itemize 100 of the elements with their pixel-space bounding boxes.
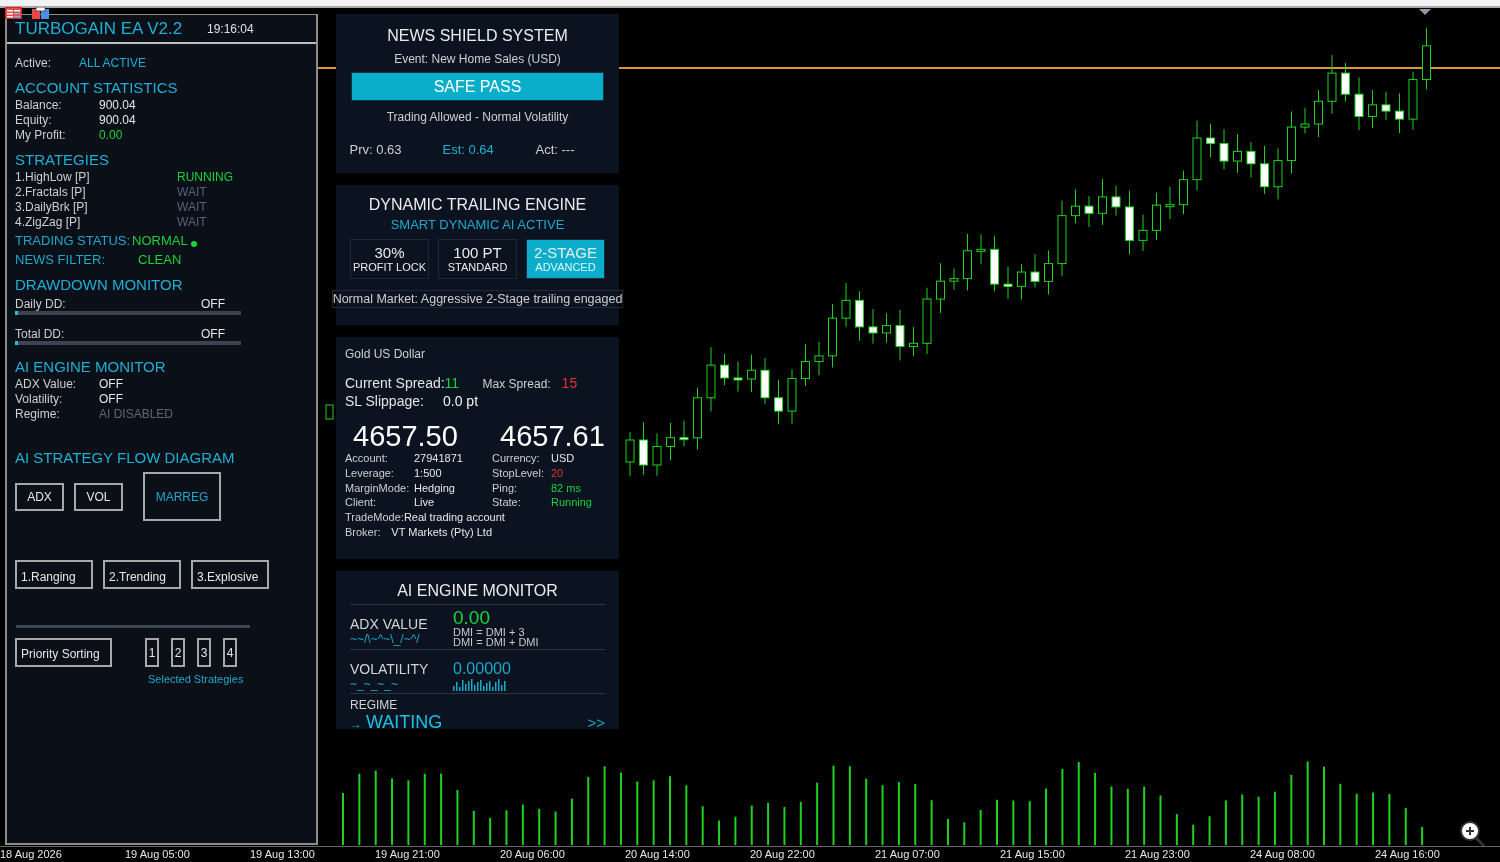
section-heading: AI ENGINE MONITOR [15, 357, 167, 377]
priority-sorting-node: Priority Sorting [15, 638, 112, 667]
metric-label: VOLATILITY [350, 660, 430, 678]
volume-bar [685, 784, 688, 846]
trailing-message: Normal Market: Aggressive 2-Stage trailing engaged [331, 290, 624, 308]
section-heading: AI STRATEGY FLOW DIAGRAM [15, 448, 236, 468]
meter-label: Daily DD: [15, 297, 67, 311]
candle [325, 404, 334, 420]
meter-label: Total DD: [15, 327, 66, 341]
field-value: 20 [551, 465, 564, 481]
volume-bar [1273, 790, 1276, 846]
candle [1260, 145, 1269, 195]
candle [774, 379, 783, 425]
time-axis-label: 24 Aug 08:00 [1250, 847, 1316, 862]
candle [679, 420, 689, 447]
volume-bar [1355, 792, 1358, 846]
volume-bar [979, 809, 982, 846]
volume-bar [652, 779, 655, 846]
candle [1341, 62, 1350, 103]
time-axis-label: 19 Aug 05:00 [125, 847, 191, 862]
volume-bar [456, 789, 459, 846]
candle [1422, 27, 1431, 90]
volume-bar [897, 781, 900, 846]
field-label: MarginMode: [345, 480, 411, 496]
candle [760, 357, 770, 405]
volume-bar [881, 784, 884, 846]
news-figure: Act: --- [535, 142, 576, 157]
volume-bar [963, 821, 966, 846]
candle [949, 268, 959, 291]
field-value: VT Markets (Pty) Ltd [391, 525, 492, 540]
volume-bar [1110, 785, 1113, 846]
meter-reading: OFF [201, 327, 225, 341]
more-glyph[interactable]: >> [587, 714, 605, 731]
candle [963, 233, 972, 291]
status-dot-icon [190, 240, 197, 247]
strategy-status: WAIT [177, 185, 207, 200]
news-figure: Prv: 0.63 [349, 142, 403, 157]
field-label: Leverage: [345, 465, 395, 481]
time-axis-label: 20 Aug 22:00 [750, 847, 816, 862]
zoom-icon[interactable] [1460, 821, 1486, 848]
trailing-mode-button[interactable]: 30% PROFIT LOCK [350, 239, 429, 279]
symbol-name: Gold US Dollar [345, 347, 427, 361]
candle [1111, 185, 1121, 217]
ask-price: 4657.61 [500, 419, 606, 453]
volume-bar [505, 809, 508, 846]
volume-bar [767, 801, 770, 846]
clock-time: 19:16:04 [207, 21, 254, 36]
regime-value: WAITING [366, 712, 444, 732]
field-value: 0.0 pt [443, 393, 479, 409]
list-icon[interactable] [5, 7, 22, 19]
candle [895, 309, 905, 361]
field-label: Client: [345, 495, 378, 511]
candle [990, 235, 999, 292]
flow-node: ADX [15, 482, 64, 511]
field-label: Active: [15, 56, 52, 71]
field-label: SL Slippage: [345, 393, 425, 409]
volume-bar [930, 799, 933, 846]
field-value: 900.04 [99, 113, 136, 128]
volume-bar [1175, 813, 1178, 846]
field-label: TradeMode: [345, 510, 404, 525]
candle [841, 282, 851, 328]
time-axis-label: 21 Aug 23:00 [1125, 847, 1191, 862]
field-value: ALL ACTIVE [79, 56, 146, 71]
candle [1287, 110, 1296, 175]
slots-caption: Selected Strategies [148, 673, 244, 685]
time-axis-label: 21 Aug 07:00 [875, 847, 941, 862]
volume-bar [914, 782, 917, 846]
news-figure: Est: 0.64 [442, 142, 495, 157]
candle [976, 234, 986, 265]
strategy-status: RUNNING [177, 170, 233, 185]
field-label: StopLevel: [492, 465, 545, 481]
field-label: ADX Value: [15, 377, 78, 392]
chart-window-icon[interactable] [32, 7, 49, 19]
field-label: Currency: [492, 451, 541, 466]
field-value: 82 ms [551, 480, 581, 496]
panel-title: AI ENGINE MONITOR [350, 581, 605, 605]
field-label: TRADING STATUS: [15, 232, 131, 249]
section-heading: ACCOUNT STATISTICS [15, 78, 179, 98]
volatility-sparkline [453, 679, 509, 691]
field-value: 900.04 [99, 98, 136, 113]
regime-node: 2.Trending [103, 560, 181, 589]
volume-bar [1208, 815, 1211, 846]
candle [1098, 178, 1107, 226]
trailing-mode-button[interactable]: 100 PT STANDARD [438, 239, 517, 279]
wave-text: ~~/\~^~\_/~^/ [350, 633, 421, 645]
volume-bar [521, 803, 524, 846]
candle [1003, 266, 1013, 300]
strategy-status: WAIT [177, 200, 207, 215]
field-value: 15 [561, 375, 578, 391]
candle [733, 361, 743, 392]
candle [1327, 54, 1337, 115]
metric-value: 0.00 [453, 609, 491, 627]
field-label: Max Spread: [482, 377, 552, 391]
candle [652, 432, 662, 477]
volume-bar [1388, 793, 1391, 846]
meter-reading: OFF [201, 297, 225, 311]
candle [909, 326, 918, 357]
candle [706, 346, 716, 412]
volume-bar [1045, 787, 1048, 846]
volume-bar [472, 810, 475, 846]
